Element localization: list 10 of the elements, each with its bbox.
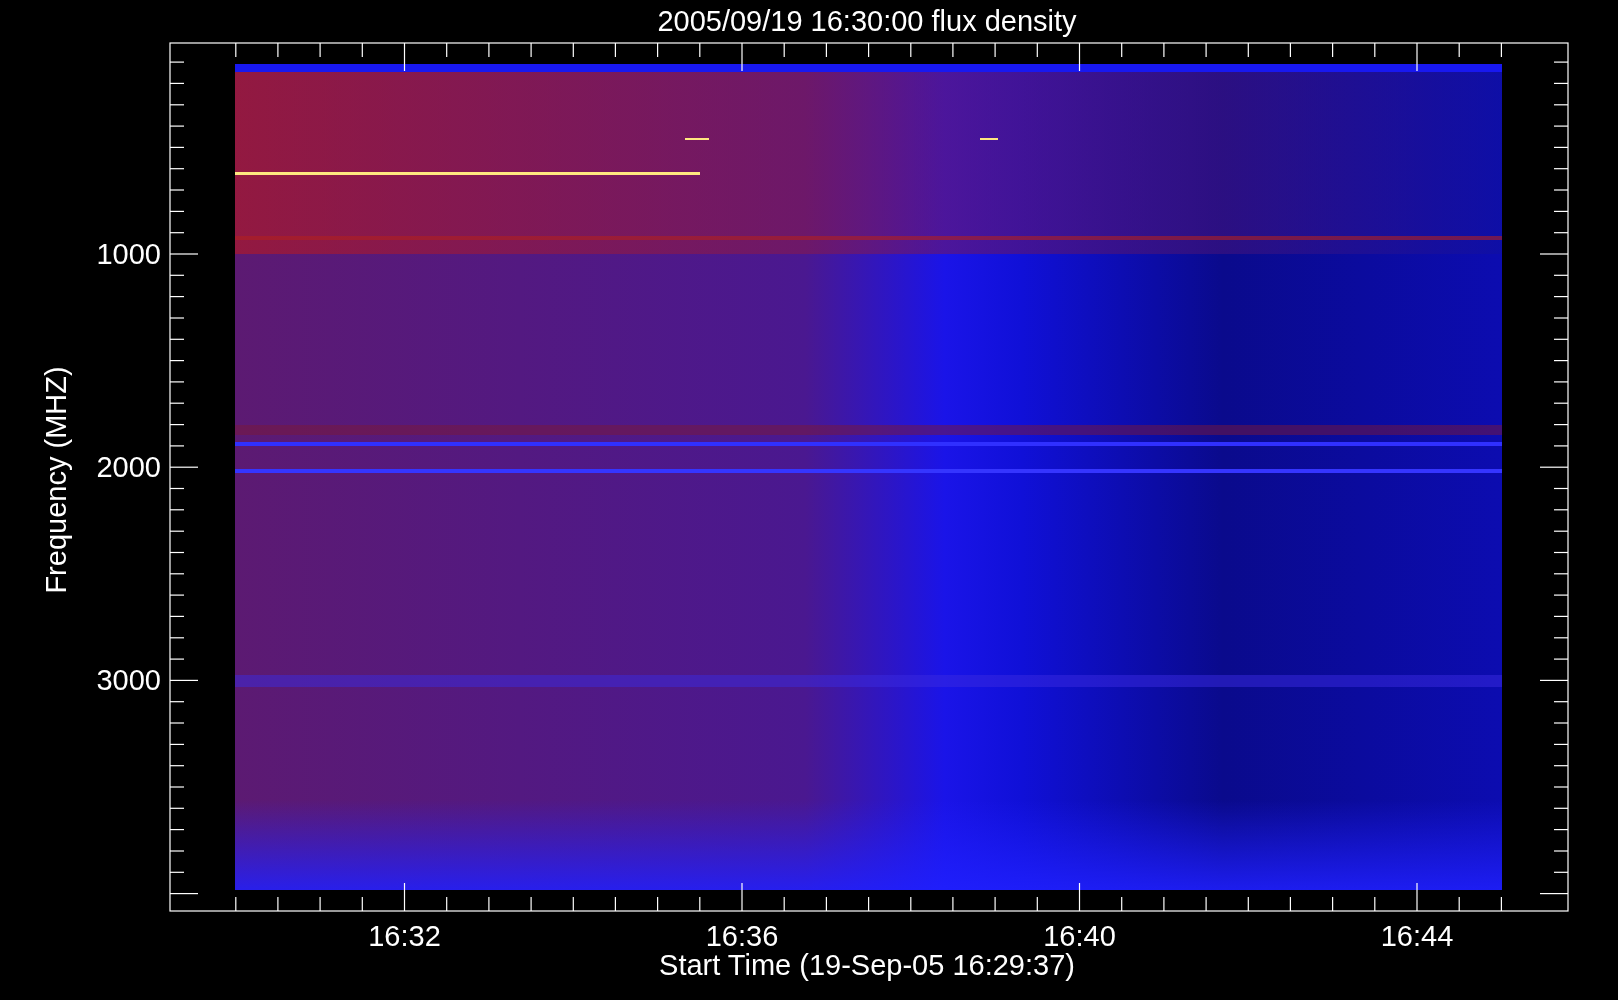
- x-tick-label: 16:36: [705, 920, 779, 952]
- y-tick-label: 3000: [96, 664, 161, 697]
- x-tick-label: 16:40: [1043, 920, 1116, 952]
- y-axis-label: Frequency (MHZ): [40, 366, 72, 594]
- x-axis-label: Start Time (19-Sep-05 16:29:37): [659, 949, 1075, 981]
- x-tick-label: 16:32: [368, 920, 441, 952]
- chart-title: 2005/09/19 16:30:00 flux density: [657, 5, 1077, 37]
- y-tick-label: 2000: [96, 451, 161, 484]
- y-tick-label: 1000: [96, 238, 161, 270]
- x-tick-label: 16:44: [1380, 920, 1454, 952]
